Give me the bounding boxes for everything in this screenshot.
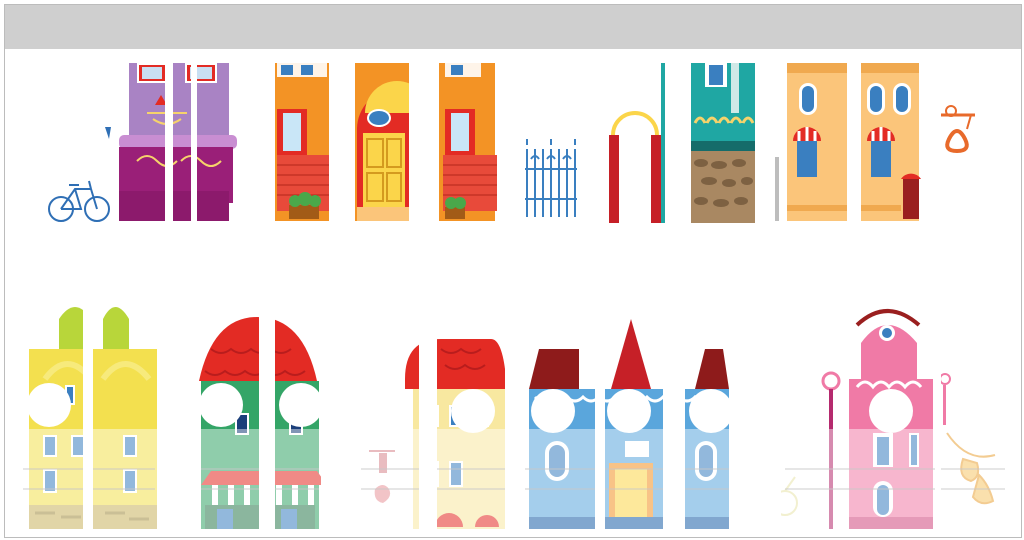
iron-gate <box>525 139 577 217</box>
street-illustration-canvas <box>5 49 1021 537</box>
window-frame <box>4 4 1022 538</box>
orange-house <box>275 63 497 221</box>
title-bar <box>5 5 1021 49</box>
purple-house <box>119 63 237 221</box>
red-arch-gate <box>609 63 665 223</box>
teal-house <box>691 63 755 223</box>
sign-bracket-icon <box>105 127 111 139</box>
street-illustration <box>5 59 1021 537</box>
gap-stripes-top <box>165 59 861 229</box>
bicycle-icon <box>48 180 110 222</box>
pretzel-sign-icon <box>941 105 975 154</box>
